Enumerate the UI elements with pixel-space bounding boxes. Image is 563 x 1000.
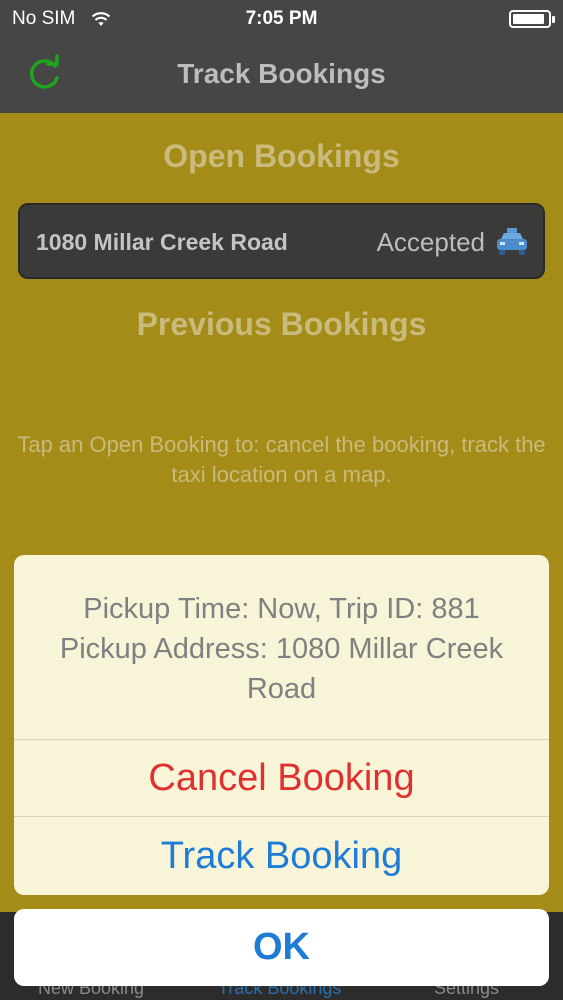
action-sheet-message: Pickup Time: Now, Trip ID: 881 Pickup Ad… bbox=[14, 555, 549, 740]
booking-address: 1080 Millar Creek Road bbox=[36, 229, 288, 255]
status-time: 7:05 PM bbox=[245, 8, 318, 29]
nav-bar: Track Bookings bbox=[0, 38, 563, 113]
status-bar: No SIM 7:05 PM bbox=[0, 0, 563, 38]
hint-text: Tap an Open Booking to: cancel the booki… bbox=[17, 432, 546, 487]
previous-bookings-heading: Previous Bookings bbox=[136, 306, 427, 342]
trip-info: Pickup Time: Now, Trip ID: 881 bbox=[83, 593, 480, 625]
taxi-icon bbox=[497, 228, 527, 255]
action-sheet: Pickup Time: Now, Trip ID: 881 Pickup Ad… bbox=[14, 555, 549, 895]
battery-fill bbox=[513, 14, 544, 24]
booking-status: Accepted bbox=[376, 227, 485, 257]
cancel-booking-button[interactable]: Cancel Booking bbox=[14, 740, 549, 817]
track-booking-button[interactable]: Track Booking bbox=[14, 818, 549, 895]
ok-button[interactable]: OK bbox=[14, 909, 549, 986]
open-bookings-heading: Open Bookings bbox=[163, 138, 400, 174]
page-title: Track Bookings bbox=[177, 58, 386, 89]
pickup-address-info: Pickup Address: 1080 Millar Creek Road bbox=[59, 633, 504, 705]
battery-icon bbox=[509, 10, 555, 28]
open-booking-row[interactable]: 1080 Millar Creek Road Accepted bbox=[18, 203, 545, 279]
